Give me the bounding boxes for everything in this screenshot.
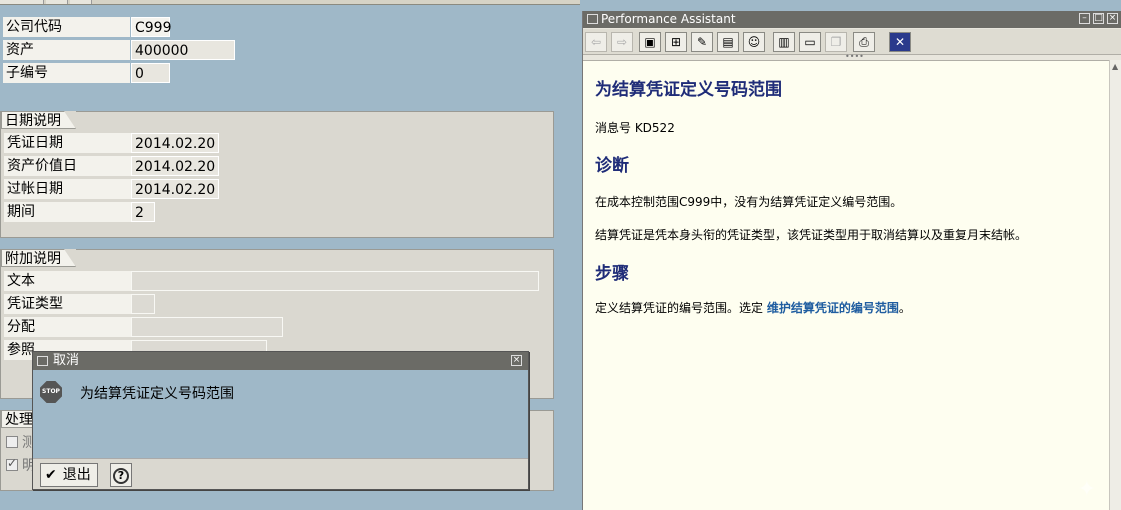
company-code-field[interactable]: C999 xyxy=(131,17,172,37)
period-label: 期间 xyxy=(4,202,131,222)
additional-group-title: 附加说明 xyxy=(1,249,76,267)
sub-number-label: 子编号 xyxy=(3,63,130,83)
forward-arrow-icon[interactable]: ⇨ xyxy=(611,32,633,52)
help-icon: ? xyxy=(113,468,129,484)
scroll-up-icon[interactable]: ▲ xyxy=(1112,62,1118,71)
diagnosis-text-1: 在成本控制范围C999中，没有为结算凭证定义编号范围。 xyxy=(595,195,903,209)
print-icon[interactable]: ⎙ xyxy=(853,32,875,52)
date-group: 日期说明 凭证日期 2014.02.20 资产价值日 2014.02.20 过帐… xyxy=(0,111,554,238)
diagnosis-heading: 诊断 xyxy=(595,156,629,176)
pa-heading: 为结算凭证定义号码范围 xyxy=(595,80,782,100)
dialog-close-icon[interactable]: × xyxy=(511,355,522,366)
minimize-icon[interactable]: – xyxy=(1079,13,1090,24)
procedure-heading: 步骤 xyxy=(595,264,629,284)
pa-title-bar: Performance Assistant – □ × xyxy=(583,11,1121,28)
procedure-text: 定义结算凭证的编号范围。选定 xyxy=(595,301,767,315)
notes-icon[interactable]: ▤ xyxy=(717,32,739,52)
dialog-footer: ✔ 退出 ? xyxy=(33,458,528,489)
document-icon[interactable]: ▥ xyxy=(773,32,795,52)
maintain-number-range-link[interactable]: 维护结算凭证的编号范围 xyxy=(767,301,899,315)
asset-value-date-field[interactable]: 2014.02.20 xyxy=(131,156,219,176)
stop-icon: STOP xyxy=(40,381,62,403)
period-field[interactable]: 2 xyxy=(131,202,155,222)
sub-number-field[interactable]: 0 xyxy=(131,63,170,83)
procedure-text-end: 。 xyxy=(898,301,911,315)
close-icon[interactable]: × xyxy=(1107,13,1118,24)
cancel-dialog: 取消 × STOP 为结算凭证定义号码范围 ✔ 退出 ? xyxy=(32,351,529,490)
maximize-icon[interactable]: □ xyxy=(1093,13,1104,24)
pa-content: 为结算凭证定义号码范围 消息号 KD522 诊断 在成本控制范围C999中，没有… xyxy=(583,60,1110,510)
date-group-title: 日期说明 xyxy=(1,111,76,129)
toolbar-tab[interactable] xyxy=(70,0,92,4)
document-type-label: 凭证类型 xyxy=(4,294,131,314)
diagnosis-text-2: 结算凭证是凭本身头衔的凭证类型，该凭证类型用于取消结算以及重复月末结帐。 xyxy=(595,228,1028,242)
document-date-field[interactable]: 2014.02.20 xyxy=(131,133,219,153)
test-run-checkbox[interactable] xyxy=(6,436,18,448)
back-arrow-icon[interactable]: ⇦ xyxy=(585,32,607,52)
asset-value-date-label: 资产价值日 xyxy=(4,156,131,176)
watermark-icon: ✦ xyxy=(1077,477,1096,502)
posting-date-field[interactable]: 2014.02.20 xyxy=(131,179,219,199)
toolbar-tab[interactable] xyxy=(46,0,68,4)
document-date-label: 凭证日期 xyxy=(4,133,131,153)
window-icon xyxy=(37,356,48,366)
edit-icon[interactable]: ✎ xyxy=(691,32,713,52)
pa-scrollbar[interactable]: ▲ xyxy=(1109,60,1121,510)
copy-icon[interactable]: ❐ xyxy=(825,32,847,52)
window-layout-icon[interactable]: ▭ xyxy=(799,32,821,52)
check-icon: ✔ xyxy=(45,467,57,483)
pa-window-title: Performance Assistant xyxy=(601,12,736,26)
window-icon xyxy=(587,14,598,24)
asset-field[interactable]: 400000 xyxy=(131,40,235,60)
asset-label: 资产 xyxy=(3,40,130,60)
procedure-paragraph: 定义结算凭证的编号范围。选定 维护结算凭证的编号范围。 xyxy=(595,299,911,316)
exit-label: 退出 xyxy=(62,467,91,483)
assignment-field[interactable] xyxy=(131,317,283,337)
text-field[interactable] xyxy=(131,271,539,291)
users-icon[interactable]: ☺ xyxy=(743,32,765,52)
dialog-title-bar: 取消 × xyxy=(33,352,528,370)
message-number: 消息号 KD522 xyxy=(595,121,675,135)
book-icon[interactable]: ▣ xyxy=(639,32,661,52)
close-help-icon[interactable]: ✕ xyxy=(889,32,911,52)
dialog-message: 为结算凭证定义号码范围 xyxy=(80,386,234,402)
text-label: 文本 xyxy=(4,271,131,291)
dialog-title: 取消 xyxy=(53,353,80,368)
posting-date-label: 过帐日期 xyxy=(4,179,131,199)
resize-grip[interactable]: •••• xyxy=(845,53,864,61)
performance-assistant-window: Performance Assistant – □ × ⇦ ⇨ ▣ ⊞ ✎ ▤ … xyxy=(582,11,1121,510)
top-toolbar-strip xyxy=(0,0,580,5)
technical-info-icon[interactable]: ⊞ xyxy=(665,32,687,52)
exit-button[interactable]: ✔ 退出 xyxy=(40,463,98,487)
document-type-field[interactable] xyxy=(131,294,155,314)
detail-list-checkbox[interactable] xyxy=(6,456,18,471)
company-code-label: 公司代码 xyxy=(3,17,130,37)
toolbar-tab[interactable] xyxy=(0,0,44,4)
assignment-label: 分配 xyxy=(4,317,131,337)
help-button[interactable]: ? xyxy=(110,463,132,487)
